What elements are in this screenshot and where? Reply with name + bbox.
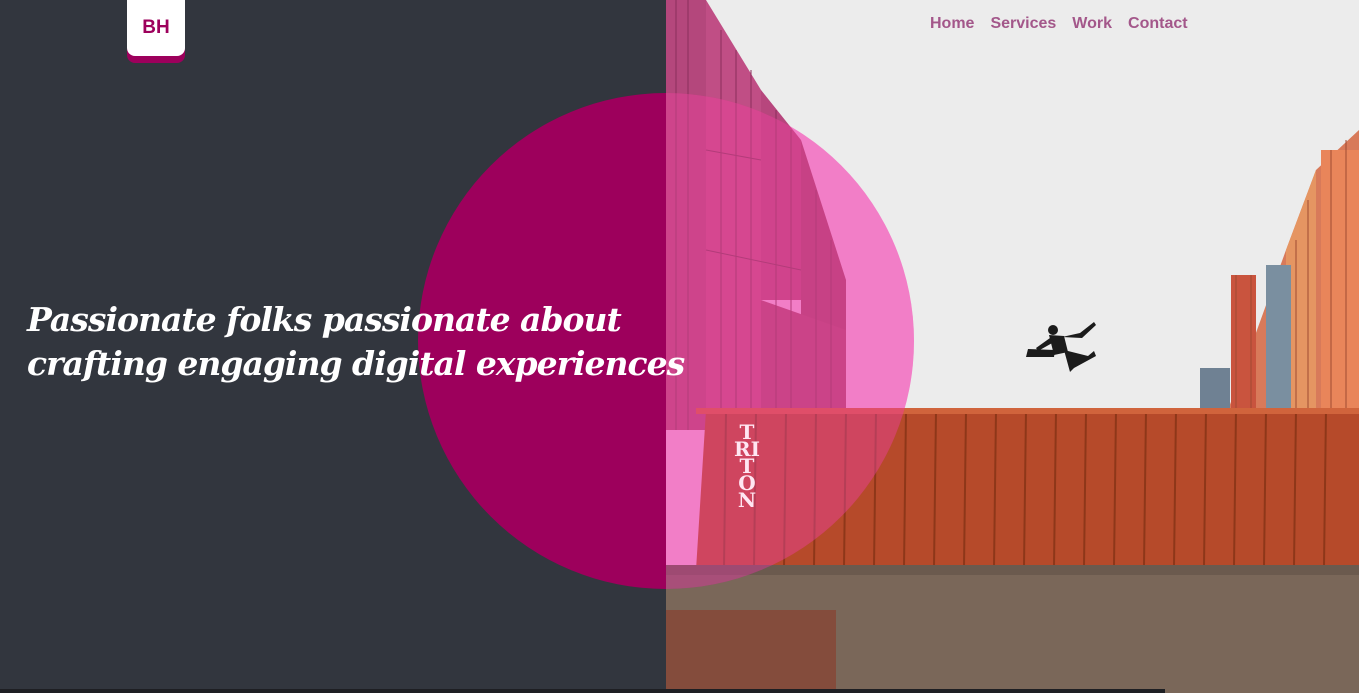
nav-link-services[interactable]: Services [990,15,1056,33]
nav-link-work[interactable]: Work [1072,15,1112,33]
accent-circle-overlay [666,93,914,589]
nav-link-contact[interactable]: Contact [1128,15,1188,33]
main-nav: Home Services Work Contact [930,15,1188,33]
headline-line-1: Passionate folks passionate about [27,300,622,339]
scroll-indicator-bar [0,689,1165,693]
logo-link[interactable]: BH [127,0,185,56]
hero-headline: Passionate folks passionate about crafti… [27,298,685,386]
container-text: TRITON [734,420,760,512]
headline-line-2: crafting engaging digital experiences [27,344,685,383]
nav-link-home[interactable]: Home [930,15,974,33]
hero-image: TRITON [666,0,1359,693]
